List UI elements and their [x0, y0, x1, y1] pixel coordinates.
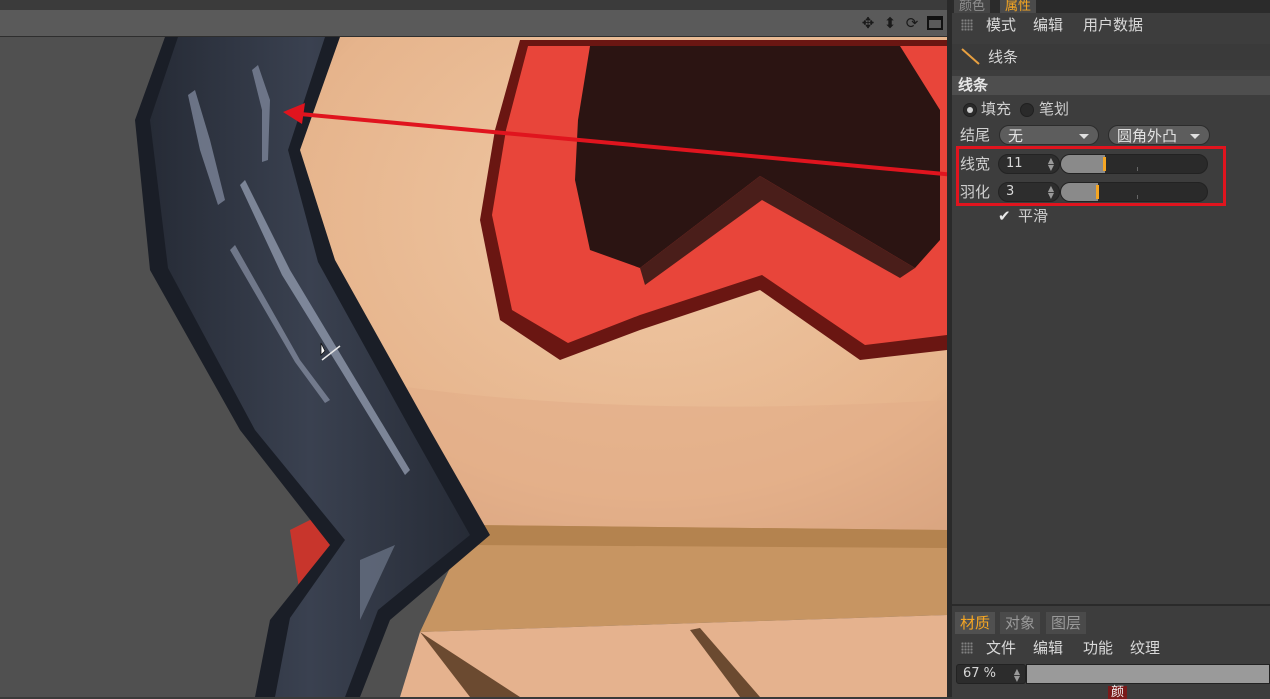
corner-value: 圆角外凸: [1117, 127, 1178, 145]
menu-function[interactable]: 功能: [1083, 638, 1113, 658]
viewport-top-strip: [0, 0, 947, 10]
feather-value: 3: [1006, 184, 1015, 199]
tab-attributes[interactable]: 属性: [1000, 0, 1037, 13]
feather-slider[interactable]: [1060, 182, 1208, 202]
width-slider-fill: [1061, 155, 1105, 173]
end-cap-dropdown[interactable]: 无: [999, 125, 1099, 145]
chevron-down-icon: [1190, 134, 1200, 139]
material-panel: 材质 对象 图层 文件 编辑 功能 纹理 67 % ▲ ▼ 颜: [952, 604, 1270, 699]
end-label: 结尾: [960, 126, 991, 144]
menu-file[interactable]: 文件: [986, 638, 1016, 658]
material-menubar: 文件 编辑 功能 纹理: [952, 636, 1270, 660]
zoom-value: 67 %: [963, 666, 997, 681]
slider-tick: [1137, 167, 1138, 171]
grip-icon: [961, 19, 973, 31]
zoom-input[interactable]: 67 % ▲ ▼: [956, 664, 1026, 684]
attributes-menubar: 模式 编辑 用户数据: [952, 13, 1270, 37]
corner-dropdown[interactable]: 圆角外凸: [1108, 125, 1210, 145]
section-title: 线条: [958, 76, 989, 94]
fill-label: 填充: [981, 100, 1012, 118]
spinner-icon[interactable]: ▲ ▼: [1014, 668, 1020, 683]
character-render: [0, 37, 947, 697]
menu-texture[interactable]: 纹理: [1130, 638, 1160, 658]
menu-user-data[interactable]: 用户数据: [1083, 15, 1143, 35]
smooth-label: 平滑: [1018, 207, 1049, 225]
rotate-icon[interactable]: ⟳: [902, 13, 922, 33]
stroke-radio[interactable]: [1020, 103, 1034, 117]
section-header[interactable]: 线条: [952, 76, 1270, 95]
tab-layer[interactable]: 图层: [1046, 612, 1087, 634]
width-slider-handle[interactable]: [1103, 157, 1106, 171]
fill-radio[interactable]: [963, 103, 977, 117]
chevron-down-icon: [1079, 134, 1089, 139]
tab-color[interactable]: 颜色: [954, 0, 991, 13]
feather-slider-handle[interactable]: [1096, 185, 1099, 199]
spinner-icon[interactable]: ▲ ▼: [1048, 157, 1054, 172]
grip-icon: [961, 642, 973, 654]
stroke-label: 笔划: [1039, 100, 1070, 118]
object-name: 线条: [988, 48, 1019, 66]
end-cap-value: 无: [1008, 127, 1024, 145]
move-down-icon[interactable]: ⬍: [880, 13, 900, 33]
slider-tick: [1137, 195, 1138, 199]
move-icon[interactable]: ✥: [858, 13, 878, 33]
tab-material[interactable]: 材质: [955, 612, 996, 634]
menu-mode[interactable]: 模式: [986, 15, 1016, 35]
menu-edit[interactable]: 编辑: [1033, 638, 1063, 658]
attributes-panel: 颜色 属性 模式 编辑 用户数据 线条 线条 填充 笔划 结尾 无 圆角外凸 线…: [952, 0, 1270, 604]
material-preview-label: 颜: [1108, 686, 1128, 699]
3d-viewport[interactable]: ✥ ⬍ ⟳: [0, 0, 947, 697]
width-label: 线宽: [960, 155, 991, 173]
zoom-slider[interactable]: [1026, 664, 1270, 684]
attributes-tabbar: 颜色 属性: [952, 0, 1270, 13]
object-row: 线条: [952, 44, 1270, 70]
width-value: 11: [1006, 156, 1023, 171]
menu-edit[interactable]: 编辑: [1033, 15, 1063, 35]
spinner-icon[interactable]: ▲ ▼: [1048, 185, 1054, 200]
smooth-checkbox[interactable]: ✔: [998, 209, 1012, 224]
feather-input[interactable]: 3 ▲ ▼: [998, 182, 1060, 202]
tab-object[interactable]: 对象: [1000, 612, 1041, 634]
maximize-icon[interactable]: [925, 13, 945, 33]
line-icon: [961, 48, 980, 65]
feather-slider-fill: [1061, 183, 1098, 201]
width-slider[interactable]: [1060, 154, 1208, 174]
width-input[interactable]: 11 ▲ ▼: [998, 154, 1060, 174]
viewport-toolbar: ✥ ⬍ ⟳: [0, 10, 947, 37]
feather-label: 羽化: [960, 183, 991, 201]
